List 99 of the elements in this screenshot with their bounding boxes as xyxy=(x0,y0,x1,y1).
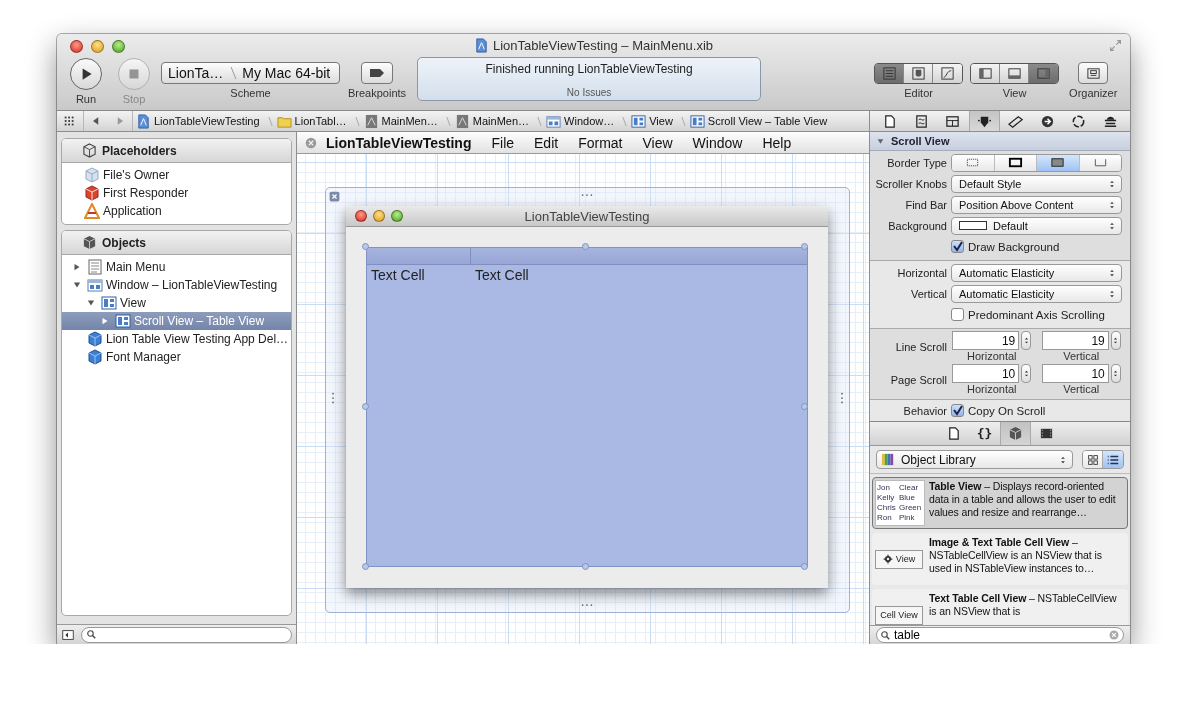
button-label: Breakpoints xyxy=(348,87,407,99)
path-item[interactable]: Window… xyxy=(543,113,618,129)
field-label: Horizontal xyxy=(896,266,948,279)
outline-row[interactable]: Lion Table View Testing App Del… xyxy=(62,330,291,348)
checkbox-label: Draw Background xyxy=(968,240,1060,253)
menu-title[interactable]: View xyxy=(632,134,683,151)
field-label: Vertical xyxy=(909,287,948,300)
outline-row[interactable]: File's Owner xyxy=(62,166,291,184)
window-title: LionTableViewTesting xyxy=(524,208,650,224)
item-label: File's Owner xyxy=(103,168,170,182)
thumb-cell-text: Kelly xyxy=(877,493,896,503)
library-item[interactable]: Cell View Text Table Cell View – NSTableCellView is an NSView that is xyxy=(872,589,1128,625)
thumb-label: View xyxy=(895,554,916,564)
item-label: First Responder xyxy=(103,186,189,200)
path-item[interactable]: MainMen… xyxy=(451,113,533,129)
library-item[interactable]: Jon Clear Kelly Blue Chris Green Ron Pink Table View – Displays record-oriented data in a table and allows the user to edit values and resize and rearrange… xyxy=(872,477,1128,529)
item-description: Table View – Displays record-oriented data in a table and allows the user to edit values and resize and rearrange… xyxy=(929,480,1117,520)
number-field[interactable]: 10 xyxy=(1041,364,1109,383)
window-title: LionTableViewTesting – MainMenu.xib xyxy=(492,38,714,53)
thumb-cell-text: Green xyxy=(899,503,923,513)
item-description: Text Table Cell View – NSTableCellView is an NSView that is xyxy=(929,592,1118,619)
item-label: Font Manager xyxy=(106,350,181,364)
item-label: Main Menu xyxy=(106,260,166,274)
menu-title[interactable]: Help xyxy=(752,134,802,151)
path-label: MainMen… xyxy=(472,115,530,127)
checkbox-label: Predominant Axis Scrolling xyxy=(968,308,1105,321)
checkbox-label: Copy On Scroll xyxy=(968,404,1046,417)
path-item[interactable]: LionTableViewTesting xyxy=(133,113,263,129)
number-field[interactable]: 19 xyxy=(952,331,1020,350)
menu-title[interactable]: LionTableViewTesting xyxy=(318,134,482,151)
menu-title[interactable]: Edit xyxy=(524,134,569,151)
color-popup[interactable]: Default xyxy=(951,216,1122,235)
field-label: Background xyxy=(887,219,948,232)
item-label: Window – LionTableViewTesting xyxy=(106,278,278,292)
section-title: Scroll View xyxy=(891,135,950,147)
path-label: MainMen… xyxy=(381,115,438,127)
field-sublabel: Horizontal xyxy=(967,350,1017,362)
field-sublabel: Vertical xyxy=(1063,350,1100,362)
section-title: Placeholders xyxy=(102,143,177,158)
path-label: View xyxy=(649,115,673,127)
issues-status: No Issues xyxy=(566,87,612,98)
scheme-button[interactable]: LionTa… My Mac 64-bit xyxy=(161,62,340,84)
section-title: Objects xyxy=(102,235,146,250)
outline-row[interactable]: Window – LionTableViewTesting xyxy=(62,276,291,294)
path-label: Window… xyxy=(564,115,615,127)
thumb-cell-text: Clear xyxy=(899,483,920,493)
outline-row[interactable]: Main Menu xyxy=(62,258,291,276)
path-item[interactable]: MainMen… xyxy=(360,113,441,129)
library-tab[interactable]: {} xyxy=(969,422,1000,445)
item-label: Application xyxy=(103,204,162,218)
menu-title[interactable]: Window xyxy=(682,134,753,151)
button-label: Organizer xyxy=(1069,87,1118,99)
table-cell-text: Text Cell xyxy=(474,267,530,283)
field-label: Scroller Knobs xyxy=(874,177,948,190)
field-sublabel: Vertical xyxy=(1063,383,1100,395)
library-picker[interactable]: Object Library xyxy=(876,450,1073,469)
outline-row[interactable]: View xyxy=(62,294,291,312)
button-label: Scheme xyxy=(230,87,271,99)
thumb-cell-text: Pink xyxy=(899,513,916,523)
field-label: Page Scroll xyxy=(889,373,948,386)
field-label: Find Bar xyxy=(904,198,948,211)
path-label: Scroll View – Table View xyxy=(707,115,828,127)
path-item[interactable]: View xyxy=(628,113,676,129)
path-item[interactable]: LionTabl… xyxy=(273,113,350,129)
outline-row[interactable]: Font Manager xyxy=(62,348,291,366)
outline-row[interactable]: First Responder xyxy=(62,184,291,202)
number-field[interactable]: 19 xyxy=(1041,331,1109,350)
thumb-label: Cell View xyxy=(880,610,918,620)
popup-button[interactable]: Position Above Content xyxy=(951,195,1122,214)
popup-button[interactable]: Automatic Elasticity xyxy=(951,284,1122,303)
field-label: Line Scroll xyxy=(894,340,948,353)
button-label: Editor xyxy=(904,87,933,99)
popup-button[interactable]: Default Style xyxy=(951,174,1122,193)
menu-title[interactable]: File xyxy=(481,134,525,151)
search-field[interactable]: table xyxy=(876,627,1124,643)
thumb-cell-text: Blue xyxy=(899,493,916,503)
outline-row[interactable]: Application xyxy=(62,202,291,220)
thumb-cell-text: Jon xyxy=(877,483,891,493)
thumb-cell-text: Chris xyxy=(877,503,897,513)
button-label: Run xyxy=(75,93,97,105)
path-label: LionTableViewTesting xyxy=(154,115,260,127)
field-label: Behavior xyxy=(902,404,948,417)
field-label: Border Type xyxy=(886,156,948,169)
path-item[interactable]: Scroll View – Table View xyxy=(686,113,831,129)
popup-button[interactable]: Automatic Elasticity xyxy=(951,263,1122,282)
button-label: View xyxy=(1002,87,1027,99)
thumb-cell-text: Ron xyxy=(877,513,893,523)
item-label: Lion Table View Testing App Del… xyxy=(106,332,289,346)
item-description: Image & Text Table Cell View – NSTableCellView is an NSView that is used in NSTableView instances to… xyxy=(929,536,1103,576)
number-field[interactable]: 10 xyxy=(952,364,1020,383)
menu-title[interactable]: Format xyxy=(568,134,633,151)
button-label: Stop xyxy=(122,93,146,105)
path-label: LionTabl… xyxy=(294,115,347,127)
item-label: View xyxy=(120,296,146,310)
item-label: Scroll View – Table View xyxy=(134,314,265,328)
library-item[interactable]: View Image & Text Table Cell View – NSTableCellView is an NSView that is used in NSTableView instances to… xyxy=(872,533,1128,585)
activity-status: Finished running LionTableViewTesting xyxy=(485,62,693,76)
field-sublabel: Horizontal xyxy=(967,383,1017,395)
table-cell-text: Text Cell xyxy=(370,267,426,283)
